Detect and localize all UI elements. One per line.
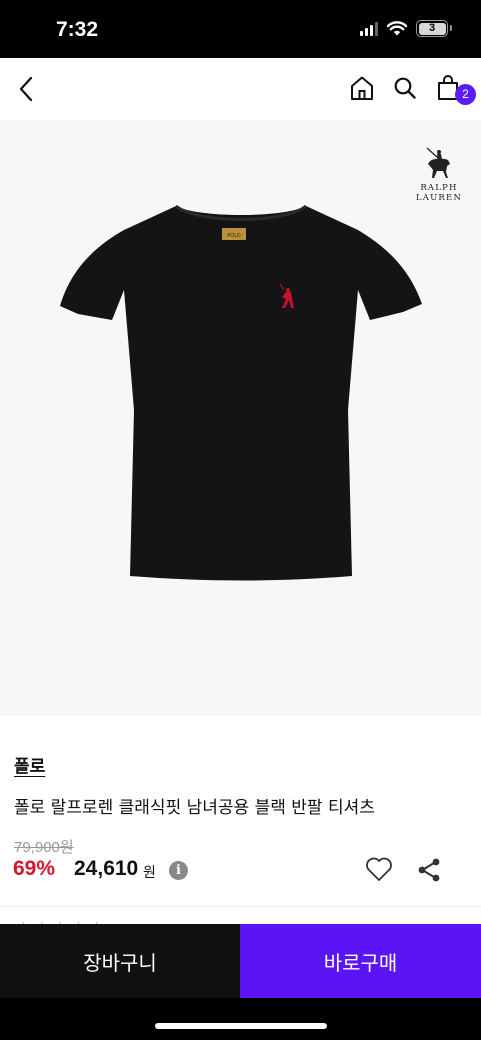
discount-rate: 69% [13, 857, 56, 880]
bottom-action-bar: 장바구니 바로구매 [0, 924, 481, 998]
search-button[interactable] [392, 74, 418, 102]
search-icon [394, 77, 416, 99]
home-button[interactable] [349, 74, 375, 102]
product-title: 폴로 랄프로렌 클래식핏 남녀공용 블랙 반팔 티셔츠 [14, 798, 375, 818]
buy-now-button[interactable]: 바로구매 [240, 924, 481, 998]
battery-icon: 3 [416, 20, 452, 37]
cart-button[interactable]: 2 [435, 74, 476, 105]
nav-bar: 2 [0, 58, 481, 120]
price-info-icon[interactable]: i [169, 861, 188, 880]
brand-link[interactable]: 폴로 [14, 752, 45, 777]
home-indicator-area [0, 998, 481, 1040]
wifi-icon [387, 21, 407, 36]
status-icons: 3 [360, 20, 452, 37]
original-price: 79,900원 [14, 839, 74, 856]
status-bar: 7:32 3 [0, 0, 481, 58]
polo-player-logo-icon [426, 147, 450, 178]
back-arrow-icon [19, 76, 33, 102]
cart-count-badge: 2 [455, 84, 476, 105]
home-icon [351, 76, 373, 100]
add-to-cart-button[interactable]: 장바구니 [0, 924, 240, 998]
brand-logo: RALPH LAUREN [409, 146, 469, 208]
share-icon[interactable] [416, 857, 442, 883]
battery-level: 3 [418, 22, 446, 35]
logo-line-1: RALPH [420, 183, 458, 193]
currency-unit: 원 [143, 865, 156, 881]
sale-price: 24,610 [74, 857, 139, 880]
status-time: 7:32 [56, 18, 99, 41]
cellular-signal-icon [360, 21, 378, 36]
back-button[interactable] [12, 72, 40, 106]
tshirt-image: POLO [60, 204, 422, 581]
wishlist-heart-icon[interactable] [365, 856, 393, 882]
shirt-neck-label: POLO [227, 233, 241, 239]
home-indicator[interactable] [155, 1023, 327, 1029]
divider [0, 906, 481, 907]
